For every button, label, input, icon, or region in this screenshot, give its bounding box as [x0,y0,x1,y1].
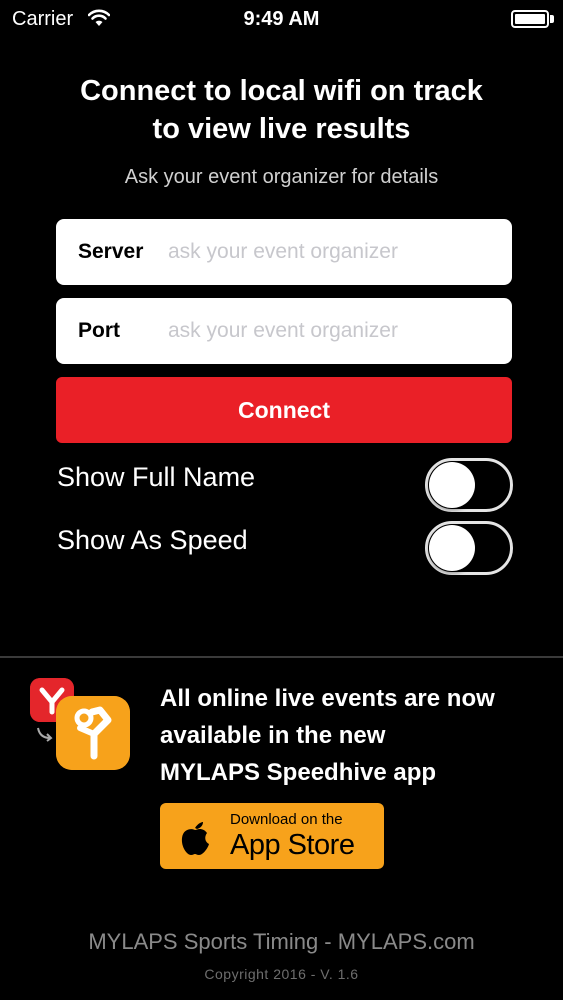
speedhive-promo-icons [28,678,138,788]
app-store-title: App Store [230,829,355,861]
show-as-speed-label: Show As Speed [57,525,248,555]
page-title: Connect to local wifi on track to view l… [0,72,563,148]
speedhive-app-icon [56,696,130,770]
port-field[interactable]: Port [56,298,512,364]
port-input[interactable] [168,310,498,352]
page-title-line-1: Connect to local wifi on track [80,75,483,107]
show-as-speed-row: Show As Speed [57,518,517,578]
show-full-name-label: Show Full Name [57,462,256,492]
server-label: Server [78,240,144,263]
status-bar: Carrier 9:49 AM [0,0,563,40]
battery-tip [550,15,554,23]
section-divider [0,656,563,658]
show-full-name-toggle[interactable] [425,458,513,512]
server-input[interactable] [168,231,498,273]
promo-line-1: All online live events are now [160,685,495,712]
promo-line-3: MYLAPS Speedhive app [160,759,437,786]
footer-brand-text: MYLAPS Sports Timing - MYLAPS.com [88,929,475,954]
show-full-name-row: Show Full Name [57,455,517,515]
page-subtitle: Ask your event organizer for details [124,166,439,188]
toggle-knob [429,525,475,571]
arrow-icon [37,727,53,742]
page-title-line-2: to view live results [152,113,411,145]
connect-button[interactable]: Connect [56,377,512,443]
toggle-knob [429,462,475,508]
app-store-caption: Download on the [230,811,343,828]
speedhive-promo-text: All online live events are now available… [160,680,550,791]
status-time: 9:49 AM [243,8,320,30]
battery-icon [511,10,549,28]
apple-icon [181,822,209,855]
promo-line-2: available in the new [160,722,386,749]
port-label: Port [78,319,120,342]
server-field[interactable]: Server [56,219,512,285]
show-as-speed-toggle[interactable] [425,521,513,575]
app-store-button[interactable]: Download on the App Store [160,803,384,869]
footer-copyright: Copyright 2016 - V. 1.6 [204,966,359,982]
